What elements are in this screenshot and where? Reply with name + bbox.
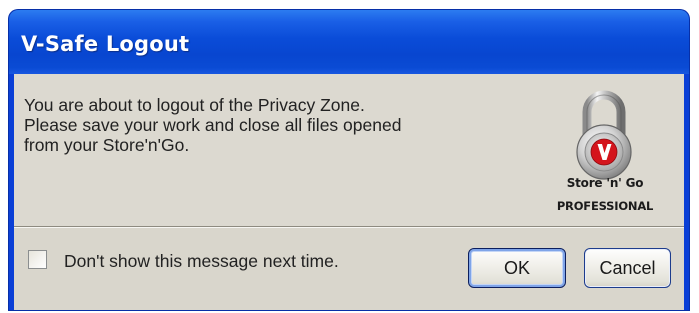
message-line: You are about to logout of the Privacy Z… bbox=[24, 95, 365, 115]
brand-edition: PROFESSIONAL bbox=[556, 199, 654, 213]
brand-name: Store 'n' Go bbox=[566, 176, 644, 190]
ok-button[interactable]: OK bbox=[468, 248, 566, 288]
dont-show-label[interactable]: Don't show this message next time. bbox=[64, 251, 339, 272]
cancel-button[interactable]: Cancel bbox=[584, 248, 671, 288]
message-line: from your Store'n'Go. bbox=[24, 135, 190, 155]
logout-dialog: V-Safe Logout You are about to logout of… bbox=[9, 10, 689, 310]
dont-show-checkbox[interactable] bbox=[28, 250, 47, 269]
message-line: Please save your work and close all file… bbox=[24, 115, 402, 135]
logout-message: You are about to logout of the Privacy Z… bbox=[24, 95, 401, 155]
title-bar[interactable]: V-Safe Logout bbox=[9, 10, 689, 74]
dialog-title: V-Safe Logout bbox=[21, 32, 190, 56]
separator bbox=[14, 227, 684, 228]
dialog-body: You are about to logout of the Privacy Z… bbox=[14, 74, 684, 310]
message-panel: You are about to logout of the Privacy Z… bbox=[14, 74, 684, 227]
